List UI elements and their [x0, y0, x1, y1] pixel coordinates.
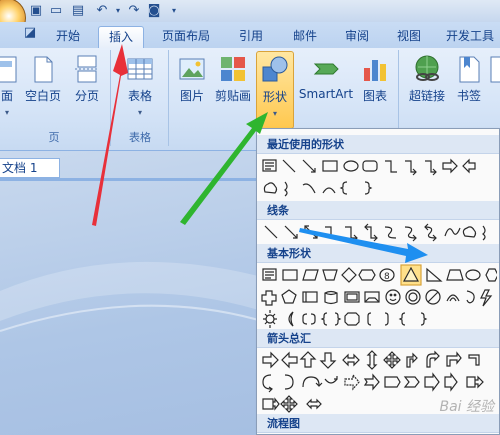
shape-row-lines[interactable]: [261, 221, 497, 243]
customize-toolbar-icon[interactable]: ▾: [166, 3, 182, 19]
shapes-icon: [262, 56, 288, 82]
quick-access-toolbar: ▣ ▭ ▤ ↶ ▾ ↷ ◙ ▾: [0, 0, 500, 38]
tab-developer[interactable]: 开发工具: [440, 26, 500, 48]
bookmark-label: 书签: [456, 89, 481, 103]
chart-button[interactable]: 图表: [358, 54, 392, 104]
smartart-button[interactable]: SmartArt: [298, 54, 354, 101]
smartart-label: SmartArt: [298, 87, 354, 101]
chevron-down-icon: ▾: [137, 108, 142, 117]
picture-label: 图片: [179, 89, 204, 103]
shapes-label: 形状: [262, 90, 287, 104]
cover-page-label: 面: [0, 89, 13, 103]
table-icon: [127, 58, 153, 80]
shapes-button[interactable]: 形状 ▾: [256, 51, 294, 129]
clipart-icon: [221, 57, 245, 81]
hyperlink-button[interactable]: 超链接: [404, 54, 450, 104]
svg-text:8: 8: [384, 272, 390, 282]
page-break-icon: [75, 55, 99, 83]
hyperlink-icon: [415, 55, 439, 81]
tab-review[interactable]: 审阅: [334, 26, 380, 48]
blank-page-label: 空白页: [24, 89, 61, 103]
shape-row-basic-1[interactable]: 8: [261, 264, 499, 286]
chevron-down-icon: ▾: [272, 109, 277, 118]
shape-row-basic-3[interactable]: [261, 308, 497, 330]
tab-home[interactable]: 开始: [46, 26, 90, 48]
chart-icon: [364, 60, 386, 81]
shape-row-recent-2[interactable]: [261, 177, 497, 199]
tab-page-layout[interactable]: 页面布局: [152, 26, 220, 48]
chart-label: 图表: [362, 89, 387, 103]
open-icon[interactable]: ▭: [48, 3, 64, 19]
shape-row-basic-2[interactable]: [261, 286, 497, 308]
section-recent-shapes: 最近使用的形状: [257, 135, 499, 154]
blank-page-button[interactable]: 空白页: [22, 54, 64, 104]
table-label: 表格: [127, 89, 152, 103]
ribbon-tabs: ◪ 开始 插入 页面布局 引用 邮件 审阅 视图 开发工具: [0, 22, 500, 48]
shape-row-arrows-1[interactable]: [261, 349, 497, 371]
hyperlink-label: 超链接: [408, 89, 445, 103]
cross-reference-icon: [490, 56, 500, 83]
undo-dropdown-icon[interactable]: ▾: [110, 3, 126, 19]
bookmark-button[interactable]: 书签: [452, 54, 486, 104]
tab-insert[interactable]: 插入: [98, 26, 144, 48]
tables-group-label: 表格: [129, 131, 151, 144]
tab-mailings[interactable]: 邮件: [282, 26, 328, 48]
shape-row-arrows-2[interactable]: [261, 371, 497, 393]
print-icon[interactable]: ▤: [70, 3, 86, 19]
save-icon[interactable]: ▣: [28, 3, 44, 19]
tab-view[interactable]: 视图: [386, 26, 432, 48]
section-flowchart: 流程图: [257, 414, 499, 433]
cross-reference-button[interactable]: [488, 54, 500, 84]
undo-icon[interactable]: ↶: [94, 3, 110, 19]
background-swoosh: [0, 261, 262, 332]
section-block-arrows: 箭头总汇: [257, 329, 499, 348]
table-button[interactable]: 表格 ▾: [118, 54, 162, 118]
cover-page-icon: [0, 56, 17, 83]
clipart-button[interactable]: 剪贴画: [212, 54, 254, 104]
redo-icon[interactable]: ↷: [126, 3, 142, 19]
bookmark-icon: [459, 56, 480, 83]
group-separator: [110, 50, 111, 146]
picture-button[interactable]: 图片: [174, 54, 210, 104]
smartart-icon: [313, 63, 339, 75]
section-basic-shapes: 基本形状: [257, 244, 499, 263]
print-preview-icon[interactable]: ◙: [146, 3, 162, 19]
group-separator: [168, 50, 169, 146]
pages-group-label: 页: [48, 131, 60, 144]
blank-page-icon: [34, 56, 53, 83]
cover-page-button[interactable]: 面 ▾: [0, 54, 22, 118]
document-tab[interactable]: 文档 1: [0, 158, 60, 178]
section-lines: 线条: [257, 201, 499, 220]
shape-row-recent-1[interactable]: [261, 155, 497, 177]
office-menu-icon[interactable]: ◪: [22, 25, 38, 41]
clipart-label: 剪贴画: [214, 89, 251, 103]
picture-icon: [179, 58, 205, 80]
chevron-down-icon: ▾: [4, 108, 9, 117]
watermark-logo: Bai 经验: [439, 399, 494, 415]
tab-references[interactable]: 引用: [226, 26, 276, 48]
shapes-menu: 最近使用的形状 线条 基本形状 8 箭头总汇 流程图: [256, 128, 500, 435]
page-break-label: 分页: [74, 89, 99, 103]
page-break-button[interactable]: 分页: [70, 54, 104, 104]
